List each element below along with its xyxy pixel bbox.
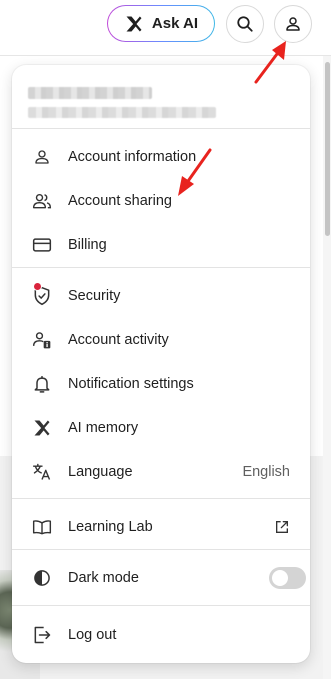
menu-item-security[interactable]: Security [12, 276, 310, 316]
menu-item-ai-memory[interactable]: AI memory [12, 408, 310, 448]
menu-item-label: AI memory [68, 420, 139, 436]
ask-ai-label: Ask AI [151, 15, 199, 32]
menu-item-account-sharing[interactable]: Account sharing [12, 181, 310, 221]
redacted-user-name [28, 87, 152, 99]
menu-item-label: Security [68, 288, 121, 304]
divider [12, 128, 310, 129]
logout-icon [31, 624, 53, 646]
menu-item-account-information[interactable]: Account information [12, 137, 310, 177]
menu-item-account-activity[interactable]: Account activity [12, 320, 310, 360]
menu-item-label: Language [68, 464, 133, 480]
divider [12, 549, 310, 550]
translate-icon [31, 461, 53, 483]
search-icon [236, 15, 254, 33]
ai-spark-icon [124, 14, 144, 34]
menu-item-learning-lab[interactable]: Learning Lab [12, 507, 310, 547]
security-alert-dot [33, 282, 42, 291]
menu-item-label: Notification settings [68, 376, 194, 392]
menu-item-label: Account information [68, 149, 197, 165]
search-button[interactable] [226, 5, 264, 43]
dark-mode-toggle[interactable] [269, 567, 306, 589]
menu-item-label: Billing [68, 237, 107, 253]
menu-item-log-out[interactable]: Log out [12, 615, 310, 655]
account-button[interactable] [274, 5, 312, 43]
external-link-icon [274, 519, 290, 535]
menu-item-dark-mode[interactable]: Dark mode [12, 558, 310, 598]
menu-item-label: Account activity [68, 332, 169, 348]
menu-item-billing[interactable]: Billing [12, 225, 310, 265]
book-icon [31, 516, 53, 538]
menu-item-label: Account sharing [68, 193, 172, 209]
person-icon [284, 15, 302, 33]
menu-item-label: Dark mode [68, 570, 139, 586]
account-menu: Account information Account sharing Bill… [12, 65, 310, 663]
bell-icon [31, 373, 53, 395]
person-icon [31, 146, 53, 168]
divider [12, 605, 310, 606]
menu-item-notification-settings[interactable]: Notification settings [12, 364, 310, 404]
language-value: English [242, 464, 290, 480]
menu-item-language[interactable]: Language English [12, 452, 310, 492]
menu-item-label: Learning Lab [68, 519, 153, 535]
credit-card-icon [31, 234, 53, 256]
contrast-icon [31, 567, 53, 589]
divider [12, 498, 310, 499]
people-icon [31, 190, 53, 212]
scrollbar-thumb[interactable] [325, 62, 330, 236]
person-info-icon [31, 329, 53, 351]
divider [12, 267, 310, 268]
menu-item-label: Log out [68, 627, 117, 643]
ask-ai-button[interactable]: Ask AI [107, 5, 215, 42]
ai-spark-icon [31, 417, 53, 439]
redacted-user-email [28, 107, 216, 118]
